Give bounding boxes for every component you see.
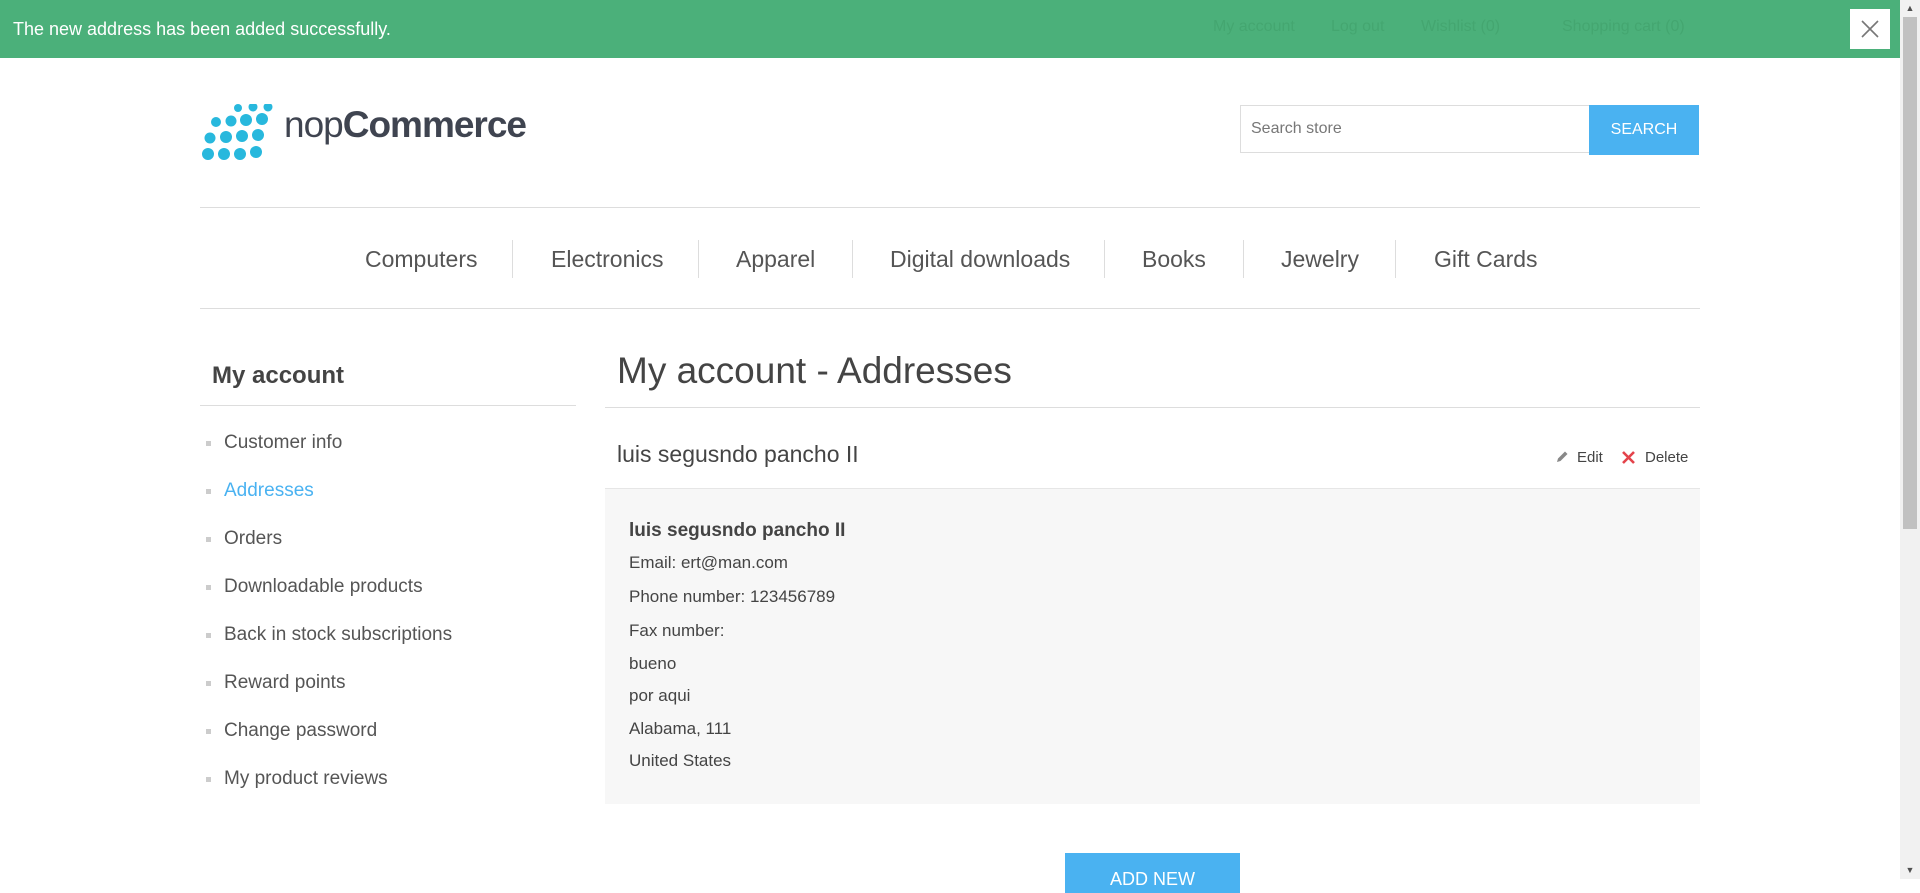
address-name: luis segusndo pancho II xyxy=(629,520,846,541)
menu-separator xyxy=(852,240,853,278)
sidebar-title: My account xyxy=(212,362,345,389)
menu-separator xyxy=(1243,240,1244,278)
address-heading: luis segusndo pancho II xyxy=(617,441,859,467)
page-title: My account - Addresses xyxy=(617,350,1012,391)
bullet-icon xyxy=(206,441,211,446)
menu-item-electronics[interactable]: Electronics xyxy=(551,246,663,273)
menu-separator xyxy=(1395,240,1396,278)
sidebar-divider xyxy=(200,405,576,406)
edit-button[interactable]: Edit xyxy=(1555,449,1603,466)
edit-label: Edit xyxy=(1577,449,1603,466)
close-button[interactable] xyxy=(1850,9,1890,49)
address-email: Email: ert@man.com xyxy=(629,553,788,572)
sidebar-item-customer-info[interactable]: Customer info xyxy=(224,432,342,454)
menu-separator xyxy=(698,240,699,278)
header-link-wishlist[interactable]: Wishlist (0) xyxy=(1421,18,1500,36)
sidebar-item-addresses[interactable]: Addresses xyxy=(224,480,314,502)
search-input[interactable] xyxy=(1240,105,1590,153)
bullet-icon xyxy=(206,729,211,734)
sidebar-item-change-password[interactable]: Change password xyxy=(224,720,377,742)
sidebar-item-back-in-stock[interactable]: Back in stock subscriptions xyxy=(224,624,452,646)
notification-message: The new address has been added successfu… xyxy=(13,19,391,39)
menu-separator xyxy=(512,240,513,278)
address-line-2: por aqui xyxy=(629,686,691,705)
scroll-thumb[interactable] xyxy=(1903,17,1917,529)
sidebar-item-downloadable-products[interactable]: Downloadable products xyxy=(224,576,423,598)
menu-item-books[interactable]: Books xyxy=(1142,246,1206,273)
delete-label: Delete xyxy=(1645,449,1689,466)
header-link-my-account[interactable]: My account xyxy=(1213,18,1295,36)
scroll-down-arrow-icon[interactable]: ▼ xyxy=(1900,862,1920,879)
pencil-icon xyxy=(1557,451,1568,462)
menu-item-digital-downloads[interactable]: Digital downloads xyxy=(890,246,1070,273)
sidebar-item-reward-points[interactable]: Reward points xyxy=(224,672,345,694)
header-link-shopping-cart[interactable]: Shopping cart (0) xyxy=(1562,18,1685,36)
menu-item-gift-cards[interactable]: Gift Cards xyxy=(1434,246,1538,273)
bullet-icon xyxy=(206,777,211,782)
scroll-up-arrow-icon[interactable]: ▲ xyxy=(1900,0,1920,17)
scrollbar[interactable]: ▲ ▼ xyxy=(1900,0,1920,879)
address-phone: Phone number: 123456789 xyxy=(629,587,836,606)
logo-text[interactable]: nopCommerce xyxy=(284,104,527,146)
menu-item-computers[interactable]: Computers xyxy=(365,246,477,273)
bullet-icon xyxy=(206,585,211,590)
delete-button[interactable]: Delete xyxy=(1621,449,1688,466)
search-button[interactable]: SEARCH xyxy=(1589,105,1699,155)
address-city-state-zip: Alabama, 111 xyxy=(629,719,732,738)
menu-divider xyxy=(200,308,1700,309)
title-divider xyxy=(605,407,1700,408)
top-menu: Computers Electronics Apparel Digital do… xyxy=(200,208,1700,308)
address-fax: Fax number: xyxy=(629,621,725,640)
menu-item-apparel[interactable]: Apparel xyxy=(736,246,815,273)
notification-bar: The new address has been added successfu… xyxy=(0,0,1900,58)
delete-x-icon xyxy=(1622,451,1635,464)
header-link-log-out[interactable]: Log out xyxy=(1331,18,1384,36)
address-country: United States xyxy=(629,751,732,770)
add-new-button[interactable]: ADD NEW xyxy=(1065,853,1240,893)
bullet-icon xyxy=(206,489,211,494)
menu-item-jewelry[interactable]: Jewelry xyxy=(1281,246,1359,273)
sidebar-item-orders[interactable]: Orders xyxy=(224,528,282,550)
logo-dots-icon[interactable] xyxy=(202,104,274,160)
sidebar-item-product-reviews[interactable]: My product reviews xyxy=(224,768,388,790)
bullet-icon xyxy=(206,681,211,686)
menu-separator xyxy=(1104,240,1105,278)
address-line-1: bueno xyxy=(629,654,677,673)
close-icon xyxy=(1861,20,1879,38)
bullet-icon xyxy=(206,537,211,542)
bullet-icon xyxy=(206,633,211,638)
